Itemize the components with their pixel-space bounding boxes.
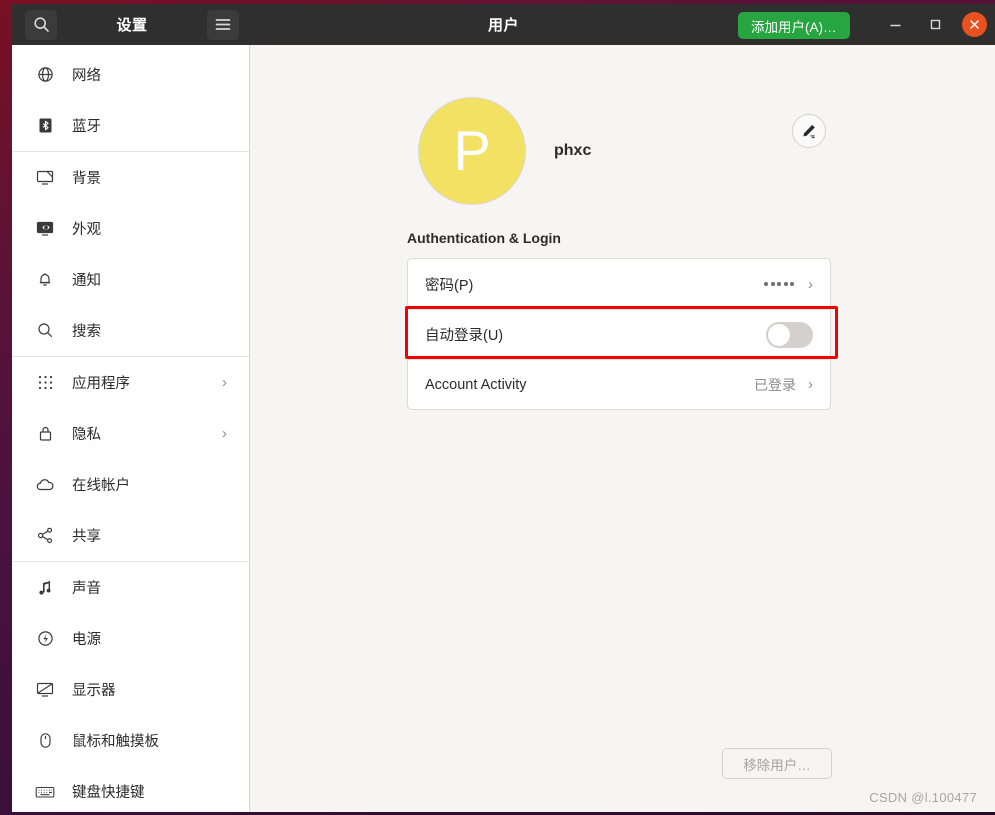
automatic-login-toggle[interactable]	[766, 321, 813, 348]
chevron-right-icon: ›	[808, 275, 813, 293]
watermark-label: CSDN @l.100477	[869, 790, 977, 805]
maximize-icon[interactable]	[922, 12, 948, 38]
sidebar-item-label: 通知	[72, 273, 101, 289]
power-icon	[34, 630, 56, 647]
username-label: phxc	[554, 142, 592, 159]
chevron-right-icon: ›	[222, 425, 227, 442]
settings-panel-title: 设置	[116, 17, 148, 34]
sidebar-item-label: 共享	[72, 529, 101, 545]
section-heading: Authentication & Login	[407, 230, 561, 246]
hamburger-menu-icon[interactable]	[207, 9, 239, 40]
globe-icon	[34, 66, 56, 83]
sidebar-group-apps-privacy: 应用程序 › 隐私 › 在线帐户 共享	[12, 356, 249, 561]
sidebar-item-appearance[interactable]: 外观	[12, 203, 249, 254]
sidebar-item-power[interactable]: 电源	[12, 613, 249, 664]
share-icon	[34, 527, 56, 544]
sidebar-group-connectivity: 网络 蓝牙	[12, 49, 249, 151]
sidebar-item-label: 显示器	[72, 683, 116, 699]
sidebar-item-sharing[interactable]: 共享	[12, 510, 249, 561]
chevron-right-icon: ›	[808, 376, 813, 393]
chevron-right-icon: ›	[222, 374, 227, 391]
sidebar-item-sound[interactable]: 声音	[12, 562, 249, 613]
sidebar-item-label: 网络	[72, 68, 101, 84]
settings-window: 设置 用户 添加用户(A)… 网络 蓝牙 背景 外观 通知 搜索 应用程序 › …	[12, 4, 995, 812]
keyboard-icon	[34, 785, 56, 799]
sidebar-group-hardware: 声音 电源 显示器 鼠标和触摸板 键盘快捷键	[12, 561, 249, 812]
password-dots-icon	[764, 282, 794, 286]
sidebar-item-label: 蓝牙	[72, 119, 101, 135]
mouse-icon	[34, 732, 56, 749]
authentication-settings-list: 密码(P) › 自动登录(U) Account Activity 已登录 ›	[407, 258, 831, 410]
sidebar-item-label: 声音	[72, 581, 101, 597]
sidebar-item-label: 隐私	[72, 427, 101, 443]
apps-grid-icon	[34, 375, 56, 390]
sidebar-item-background[interactable]: 背景	[12, 152, 249, 203]
window-body: 网络 蓝牙 背景 外观 通知 搜索 应用程序 › 隐私 › 在线帐户 共享 声音…	[12, 45, 995, 812]
avatar[interactable]: P	[418, 97, 526, 205]
sidebar-item-bluetooth[interactable]: 蓝牙	[12, 100, 249, 151]
sidebar-group-personalization: 背景 外观 通知 搜索	[12, 151, 249, 356]
appearance-icon	[34, 220, 56, 237]
toggle-knob	[767, 322, 791, 347]
sidebar-item-keyboard-shortcuts[interactable]: 键盘快捷键	[12, 766, 249, 812]
sidebar-item-label: 搜索	[72, 324, 101, 340]
sidebar-item-label: 键盘快捷键	[72, 785, 145, 801]
sidebar-item-label: 应用程序	[72, 376, 130, 392]
settings-sidebar: 网络 蓝牙 背景 外观 通知 搜索 应用程序 › 隐私 › 在线帐户 共享 声音…	[12, 45, 250, 812]
password-row[interactable]: 密码(P) ›	[408, 259, 830, 309]
cloud-icon	[34, 478, 56, 492]
sidebar-item-applications[interactable]: 应用程序 ›	[12, 357, 249, 408]
account-activity-status: 已登录	[754, 376, 796, 393]
sidebar-item-label: 外观	[72, 222, 101, 238]
sidebar-item-privacy[interactable]: 隐私 ›	[12, 408, 249, 459]
remove-user-button[interactable]: 移除用户…	[722, 748, 832, 779]
close-icon[interactable]	[962, 12, 987, 37]
window-controls	[882, 4, 987, 45]
account-activity-row[interactable]: Account Activity 已登录 ›	[408, 359, 830, 409]
minimize-icon[interactable]	[882, 12, 908, 38]
user-settings-content: P phxc Authentication & Login 密码(P) › 自动…	[250, 45, 995, 812]
bluetooth-icon	[34, 117, 56, 134]
wallpaper-icon	[34, 169, 56, 186]
pencil-edit-icon[interactable]	[792, 114, 826, 148]
window-titlebar: 设置 用户 添加用户(A)…	[12, 4, 995, 45]
sidebar-item-network[interactable]: 网络	[12, 49, 249, 100]
sidebar-item-displays[interactable]: 显示器	[12, 664, 249, 715]
display-icon	[34, 681, 56, 698]
lock-icon	[34, 425, 56, 442]
user-header: P phxc	[418, 97, 591, 205]
row-label: 自动登录(U)	[425, 328, 504, 344]
add-user-button[interactable]: 添加用户(A)…	[738, 12, 850, 39]
automatic-login-row[interactable]: 自动登录(U)	[408, 309, 830, 359]
sidebar-item-label: 背景	[72, 171, 101, 187]
sidebar-item-label: 在线帐户	[72, 478, 130, 494]
sidebar-item-online-accounts[interactable]: 在线帐户	[12, 459, 249, 510]
sidebar-item-search[interactable]: 搜索	[12, 305, 249, 356]
search-icon	[34, 322, 56, 339]
sidebar-item-notifications[interactable]: 通知	[12, 254, 249, 305]
sidebar-item-label: 电源	[72, 632, 101, 648]
sidebar-item-label: 鼠标和触摸板	[72, 734, 159, 750]
bell-icon	[34, 271, 56, 288]
sidebar-item-mouse-touchpad[interactable]: 鼠标和触摸板	[12, 715, 249, 766]
music-note-icon	[34, 579, 56, 596]
row-label: Account Activity	[425, 376, 527, 393]
search-icon[interactable]	[25, 9, 57, 40]
row-label: 密码(P)	[425, 277, 474, 294]
